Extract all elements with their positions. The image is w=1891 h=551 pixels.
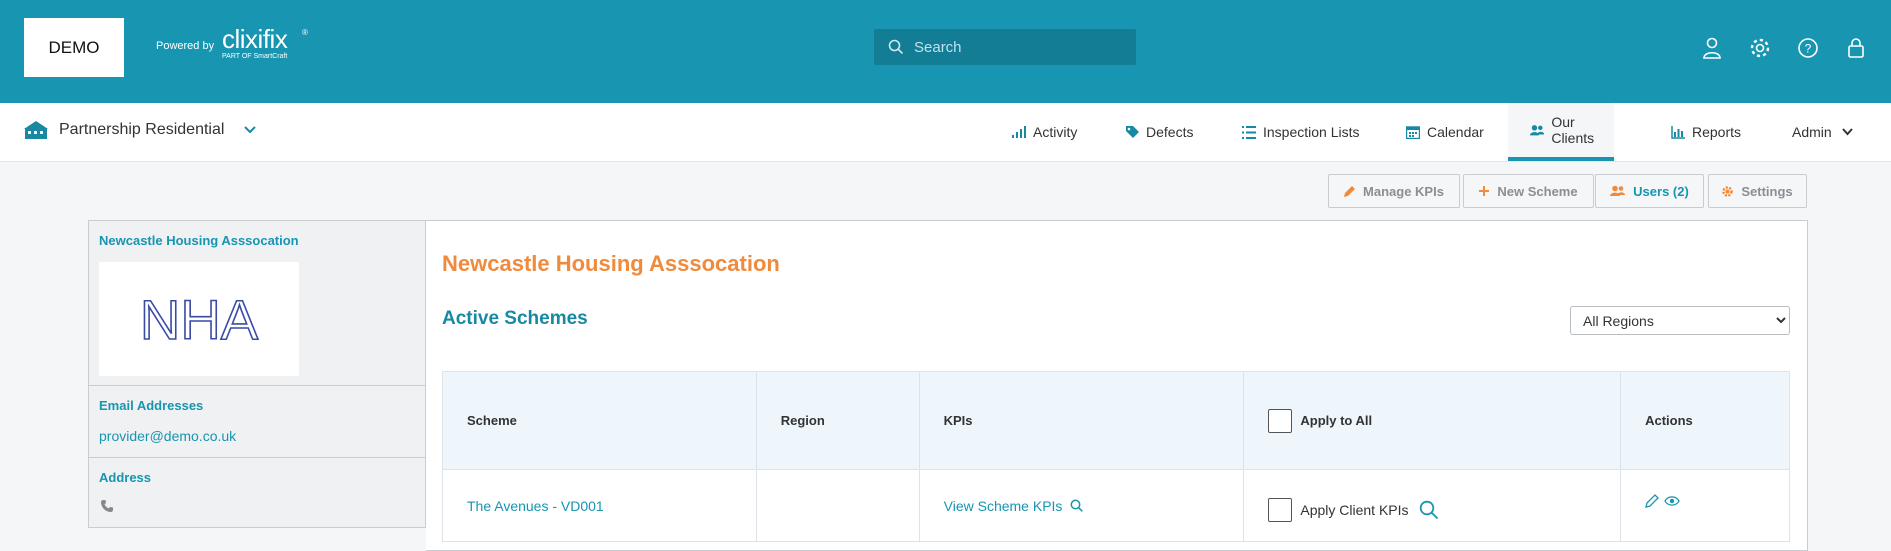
view-scheme-kpis-link[interactable]: View Scheme KPIs	[944, 498, 1244, 514]
nav-item-label: Inspection Lists	[1263, 124, 1360, 140]
region-filter-select[interactable]: All Regions	[1570, 306, 1790, 335]
activity-icon	[1012, 126, 1026, 138]
apply-client-kpis-checkbox[interactable]	[1268, 497, 1293, 522]
brand-sub: PART OF SmartCraft	[222, 53, 288, 60]
gear-icon[interactable]	[1748, 36, 1771, 59]
nav-item-admin[interactable]: Admin	[1792, 103, 1860, 161]
gear-icon	[1722, 185, 1734, 197]
search-icon[interactable]	[1419, 500, 1439, 520]
brand-registered-mark: ®	[302, 28, 308, 37]
new-scheme-button[interactable]: New Scheme	[1463, 174, 1594, 208]
nav-item-label: Defects	[1146, 124, 1194, 140]
settings-label: Settings	[1741, 183, 1793, 199]
nav-item-label: Activity	[1033, 124, 1078, 140]
client-name[interactable]: Newcastle Housing Asssocation	[99, 233, 299, 248]
tag-icon	[1126, 125, 1139, 138]
search-icon	[888, 39, 904, 55]
settings-button[interactable]: Settings	[1708, 174, 1807, 208]
table-header-row: Scheme Region KPIs Apply to All Actions	[442, 371, 1790, 470]
users-button[interactable]: Users (2)	[1595, 174, 1704, 208]
brand-name: clixifix	[222, 24, 288, 54]
apply-cell: Apply Client KPIs	[1243, 469, 1622, 542]
nav-item-our-clients[interactable]: Our Clients	[1508, 103, 1614, 161]
help-icon[interactable]: ?	[1796, 36, 1819, 59]
nav-item-inspection-lists[interactable]: Inspection Lists	[1242, 103, 1360, 161]
building-icon	[24, 121, 48, 139]
email-section: Email Addresses	[89, 386, 425, 458]
chevron-down-icon	[1841, 128, 1853, 136]
email-section-title: Email Addresses	[99, 398, 204, 413]
column-header-scheme: Scheme	[442, 371, 757, 470]
nav-item-reports[interactable]: Reports	[1671, 103, 1741, 161]
nav-item-label: Admin	[1792, 124, 1832, 140]
demo-logo-text: DEMO	[48, 37, 100, 57]
list-icon	[1242, 125, 1256, 139]
chevron-down-icon	[244, 126, 257, 134]
active-schemes-heading: Active Schemes	[442, 308, 588, 329]
kpis-cell: View Scheme KPIs	[918, 469, 1245, 542]
table-row: The Avenues - VD001 View Scheme KPIs App…	[442, 469, 1790, 542]
nav-item-label: Our Clients	[1551, 114, 1595, 146]
apply-to-all-checkbox[interactable]	[1268, 408, 1293, 433]
org-name: Partnership Residential	[59, 121, 225, 138]
svg-text:?: ?	[1804, 41, 1811, 55]
calendar-icon	[1406, 126, 1420, 139]
phone-icon	[101, 499, 113, 515]
powered-by-label: Powered by	[156, 40, 215, 52]
demo-logo[interactable]: DEMO	[24, 18, 124, 77]
apply-to-all-label: Apply to All	[1300, 413, 1373, 428]
column-header-actions: Actions	[1620, 371, 1790, 470]
region-cell	[755, 469, 920, 542]
users-label: Users (2)	[1633, 183, 1689, 199]
manage-kpis-label: Manage KPIs	[1363, 183, 1444, 199]
page-title: Newcastle Housing Asssocation	[442, 251, 780, 276]
nav-item-activity[interactable]: Activity	[1012, 103, 1077, 161]
nav-item-calendar[interactable]: Calendar	[1406, 103, 1484, 161]
view-scheme-kpis-label: View Scheme KPIs	[943, 497, 1063, 514]
chart-icon	[1671, 125, 1685, 139]
main-nav: Partnership Residential Activity Defects…	[0, 103, 1891, 162]
eye-icon[interactable]	[1664, 495, 1680, 507]
client-info-panel: Newcastle Housing Asssocation NHA Email …	[88, 220, 426, 528]
address-section-title: Address	[99, 470, 152, 485]
plus-icon	[1479, 186, 1490, 196]
user-icon[interactable]	[1700, 36, 1723, 59]
users-icon	[1530, 124, 1545, 135]
client-name-section: Newcastle Housing Asssocation NHA	[89, 221, 425, 386]
new-scheme-label: New Scheme	[1497, 183, 1578, 199]
nav-item-defects[interactable]: Defects	[1126, 103, 1193, 161]
manage-kpis-button[interactable]: Manage KPIs	[1328, 174, 1460, 208]
nav-item-label: Reports	[1692, 124, 1742, 140]
nav-item-label: Calendar	[1427, 124, 1484, 140]
column-header-apply-all: Apply to All	[1243, 371, 1622, 470]
column-header-kpis: KPIs	[918, 371, 1245, 470]
edit-icon[interactable]	[1645, 493, 1659, 508]
actions-cell	[1620, 469, 1790, 542]
org-selector[interactable]: Partnership Residential	[24, 120, 257, 140]
brand-logo: clixifix PART OF SmartCraft ®	[222, 24, 308, 61]
search-box[interactable]	[874, 29, 1136, 65]
lock-icon[interactable]	[1844, 36, 1867, 59]
client-logo: NHA	[99, 262, 299, 376]
users-icon	[1610, 185, 1626, 196]
apply-client-kpis-label: Apply Client KPIs	[1300, 501, 1409, 518]
column-header-region: Region	[755, 371, 920, 470]
scheme-link[interactable]: The Avenues - VD001	[442, 469, 757, 542]
search-icon	[1070, 499, 1084, 512]
client-logo-text: NHA	[140, 289, 259, 349]
search-input[interactable]	[914, 38, 1114, 56]
pencil-icon	[1344, 185, 1356, 197]
schemes-table: Scheme Region KPIs Apply to All Actions …	[442, 371, 1790, 542]
client-email-link[interactable]: provider@demo.co.uk	[99, 428, 236, 444]
address-section: Address	[89, 458, 425, 527]
top-bar: DEMO Powered by clixifix PART OF SmartCr…	[0, 0, 1891, 103]
